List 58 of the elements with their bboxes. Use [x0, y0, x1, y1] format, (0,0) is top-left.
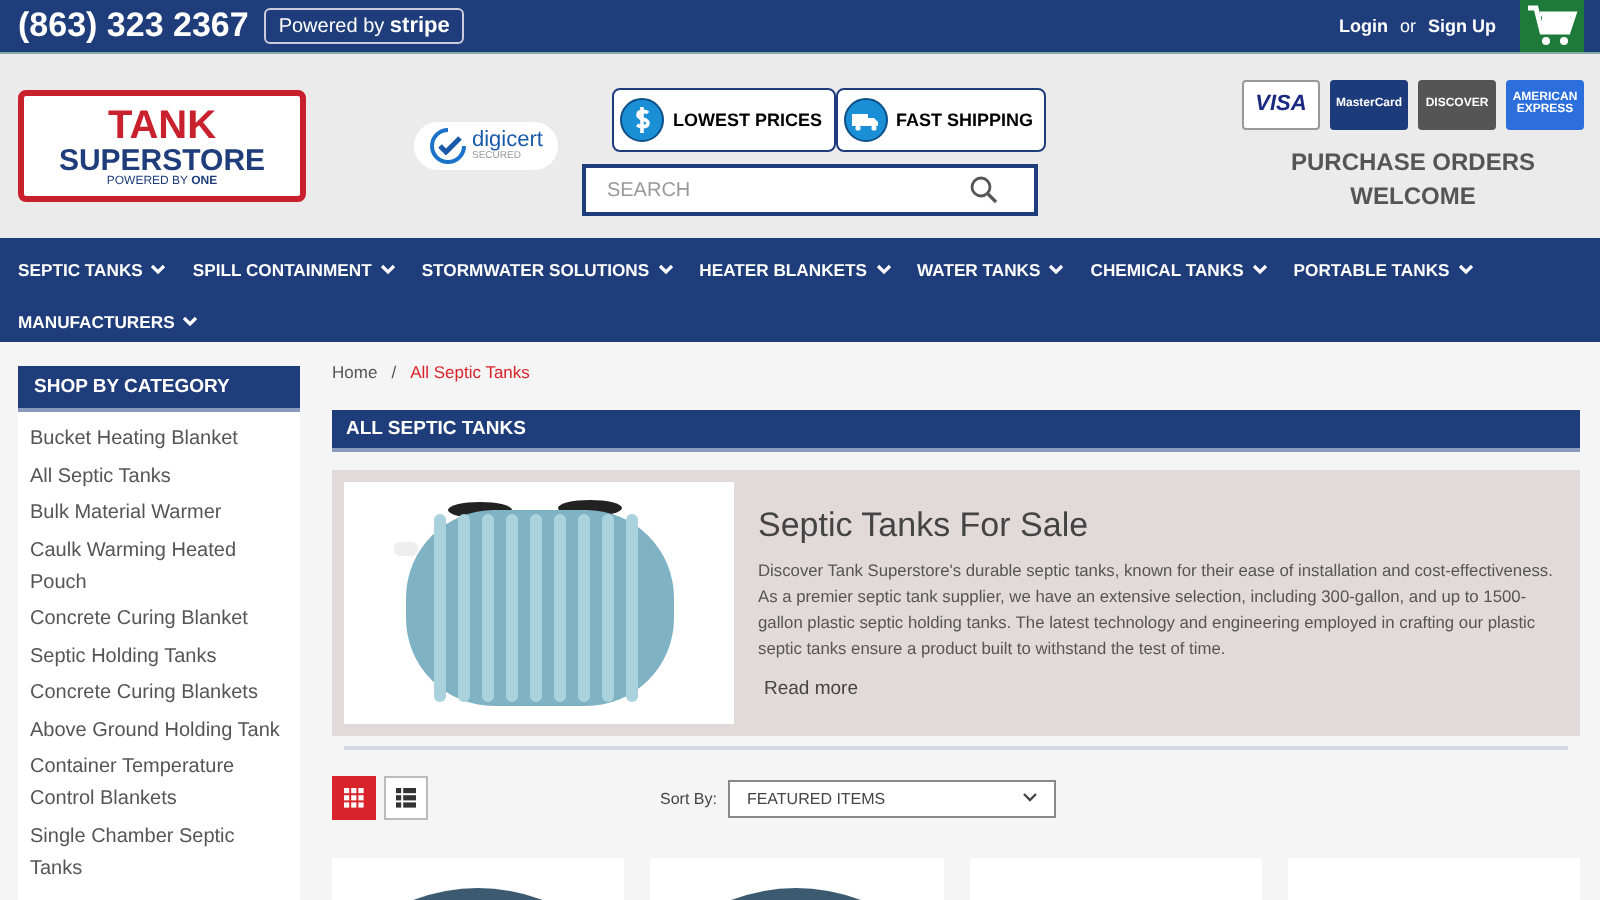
truck-icon [843, 98, 888, 142]
chevron-down-icon [875, 264, 891, 276]
category-link[interactable]: Bucket Heating Blanket [30, 424, 288, 456]
sidebar-heading: SHOP BY CATEGORY [18, 366, 300, 412]
banner-heading: Septic Tanks For Sale [758, 506, 1091, 546]
nav-menu-item[interactable]: HEATER BLANKETS [699, 248, 891, 292]
chevron-down-icon [150, 264, 167, 276]
nav-menu-item[interactable]: SEPTIC TANKS [18, 248, 167, 292]
stripe-badge: Powered by stripe [264, 8, 464, 44]
chevron-down-icon [1457, 264, 1474, 276]
breadcrumb-separator: / [391, 362, 397, 382]
check-icon [430, 128, 466, 164]
dollar-icon [620, 98, 665, 142]
breadcrumb-link[interactable]: All Septic Tanks [410, 362, 530, 382]
category-link[interactable]: All Septic Tanks [30, 461, 288, 493]
search-field[interactable]: SEARCH [602, 177, 971, 203]
chevron-down-icon [379, 264, 396, 276]
cart-button[interactable] [1520, 0, 1584, 52]
nav-menu-item[interactable]: MANUFACTURERS [18, 300, 199, 344]
read-more-link[interactable]: Read more [758, 678, 1568, 700]
breadcrumb-link[interactable]: Home [332, 362, 378, 382]
search-icon[interactable] [970, 176, 999, 204]
chevron-down-icon [1048, 264, 1065, 276]
or-text: or [1399, 16, 1416, 36]
chevron-down-icon [1251, 264, 1268, 276]
signup-link[interactable]: Sign Up [1428, 16, 1496, 36]
list-icon [396, 788, 416, 808]
purchase-orders-note: PURCHASE ORDERS WELCOME [1288, 145, 1537, 213]
payment-card-logo: VISA [1242, 79, 1320, 130]
category-link[interactable]: Above Ground Holding Tank [30, 715, 288, 747]
category-link[interactable]: Concrete Curing Blankets [30, 678, 288, 710]
login-link[interactable]: Login [1338, 16, 1388, 36]
feature-badge: LOWEST PRICES [612, 88, 836, 152]
sort-dropdown[interactable]: FEATURED ITEMS [728, 779, 1057, 817]
category-link[interactable]: Septic Holding Tanks [30, 641, 288, 673]
cart-icon [1526, 4, 1578, 48]
category-link[interactable]: Concrete Curing Blanket [30, 604, 288, 636]
sort-label: Sort By: [660, 789, 717, 807]
phone-number[interactable]: (863) 323 2367 [18, 6, 249, 46]
feature-badge: FAST SHIPPING [835, 88, 1047, 152]
chevron-down-icon [1022, 792, 1039, 804]
category-title: ALL SEPTIC TANKS [332, 410, 1580, 452]
category-link[interactable]: Caulk Warming Heated Pouch [30, 535, 288, 599]
nav-menu-item[interactable]: WATER TANKS [917, 248, 1065, 292]
chevron-down-icon [657, 264, 674, 276]
nav-menu-item[interactable]: CHEMICAL TANKS [1090, 248, 1268, 292]
chevron-down-icon [182, 316, 199, 328]
category-link[interactable]: Single Chamber Septic Tanks [30, 821, 288, 885]
search-bar[interactable]: SEARCH [582, 164, 1039, 216]
nav-menu-item[interactable]: STORMWATER SOLUTIONS [421, 248, 674, 292]
grid-view-button[interactable] [332, 776, 376, 820]
nav-menu-item[interactable]: PORTABLE TANKS [1293, 248, 1474, 292]
category-link[interactable]: Bulk Material Warmer [30, 498, 288, 530]
list-view-button[interactable] [384, 776, 428, 820]
nav-menu-item[interactable]: SPILL CONTAINMENT [192, 248, 396, 292]
category-link[interactable]: Container Temperature Control Blankets [30, 752, 288, 816]
grid-icon [344, 788, 364, 808]
banner-description: Discover Tank Superstore's durable septic tanks, known for their ease of installation and cost-effectiveness. As a premier septic tank supplier, we have an extensive selection, including 300-gallon, and up to 1500-gallon plastic septic holding tanks. The latest technology and engineering employed in crafting our plastic septic tanks ensure a product built to withstand the test of time. [758, 558, 1555, 662]
